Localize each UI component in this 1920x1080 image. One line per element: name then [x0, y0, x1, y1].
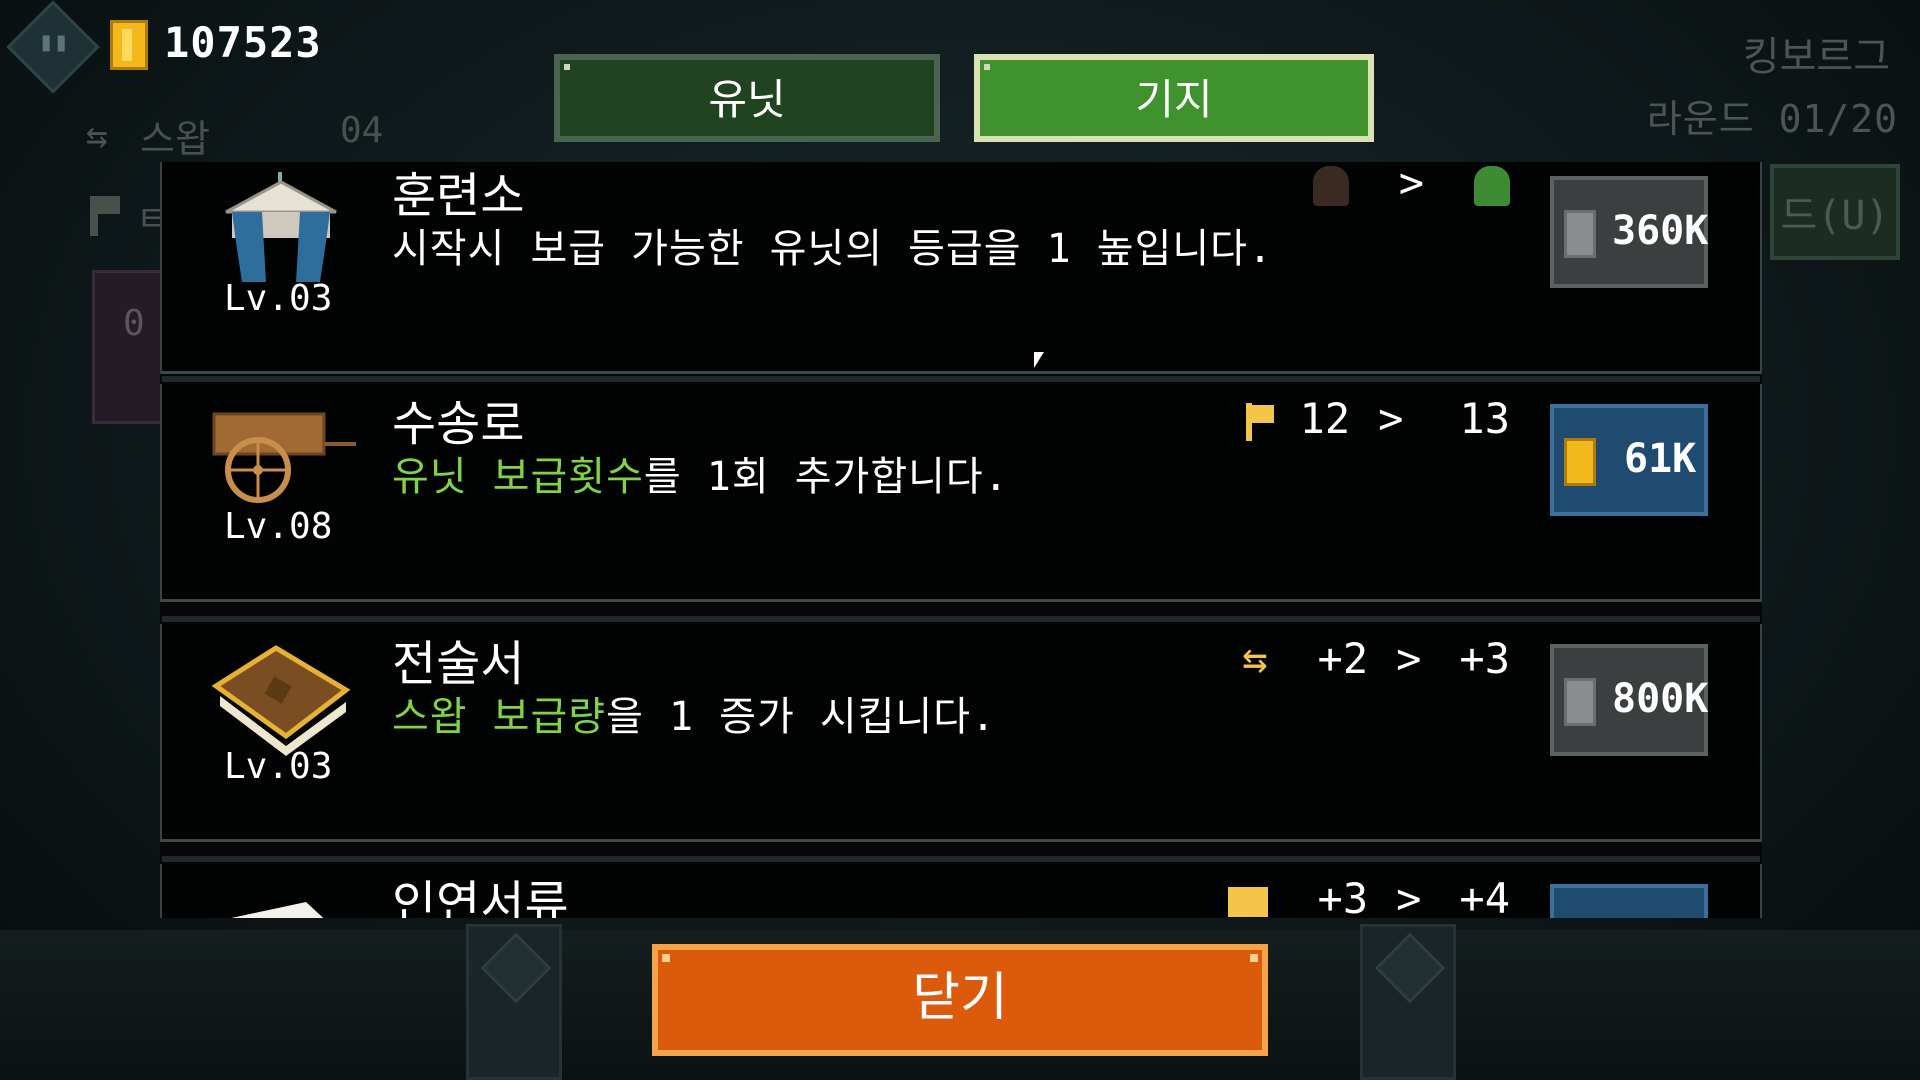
- book-icon: [206, 640, 356, 760]
- upgrade-row[interactable]: Lv.03 전술서 스왑 보급량을 1 증가 시킵니다. ⇆ +2 > +3 800K: [160, 616, 1762, 842]
- upgrade-effect: ⇆ +2 > +3: [1242, 634, 1510, 683]
- price-value: 360K: [1612, 208, 1709, 254]
- effect-to: +3: [1459, 634, 1510, 683]
- upgrade-row[interactable]: Lv.08 수송로 유닛 보급횟수를 1회 추가합니다. 12 >13 61K: [160, 376, 1762, 602]
- desc-highlight: 유닛 보급횟수: [392, 454, 644, 500]
- upgrade-effect: 12 >13: [1245, 394, 1510, 443]
- upgrade-button: 드(U): [1770, 164, 1900, 260]
- unit-portrait-icon: [1312, 165, 1349, 206]
- gold-coin-icon: [110, 20, 148, 70]
- effect-arrow: >: [1398, 162, 1424, 207]
- upgrade-title: 인연서류: [392, 876, 569, 918]
- upgrade-price-button[interactable]: 61K: [1550, 404, 1708, 516]
- upgrade-row[interactable]: Lv.03 훈련소 시작시 보급 가능한 유닛의 등급을 1 높입니다. > 3…: [160, 162, 1762, 374]
- upgrade-list[interactable]: Lv.03 훈련소 시작시 보급 가능한 유닛의 등급을 1 높입니다. > 3…: [160, 162, 1762, 918]
- upgrade-description: 유닛 보급횟수를 1회 추가합니다.: [392, 444, 1009, 502]
- flag-icon: [1245, 402, 1276, 441]
- pillar: [1360, 924, 1456, 1080]
- flag-icon: [90, 196, 120, 236]
- upgrade-price-button[interactable]: [1550, 884, 1708, 918]
- effect-from: +3: [1317, 874, 1369, 918]
- desc-rest: 을 1 증가 시킵니다.: [606, 694, 997, 740]
- swap-count: 04: [340, 110, 384, 151]
- upgrade-description: 스왑 보급량을 1 증가 시킵니다.: [392, 684, 996, 742]
- desc-rest: 를 1회 추가합니다.: [643, 454, 1009, 500]
- tent-icon: [206, 172, 356, 292]
- effect-arrow: >: [1396, 634, 1422, 683]
- price-value: 61K: [1624, 436, 1697, 482]
- desc-highlight: 스왑 보급량: [392, 694, 607, 740]
- side-card: 0: [92, 270, 168, 424]
- level: Lv.08: [224, 506, 333, 547]
- effect-from: +2: [1317, 634, 1369, 683]
- letter-icon: [206, 880, 356, 918]
- upgrade-price-button[interactable]: 800K: [1550, 644, 1708, 756]
- envelope-icon: [1227, 886, 1268, 917]
- pillar-gem: [1374, 932, 1446, 1004]
- price-value: 800K: [1612, 676, 1709, 722]
- pillar: [466, 924, 562, 1080]
- coin-icon: [1564, 210, 1596, 258]
- tab-units[interactable]: 유닛: [554, 54, 940, 142]
- upgrade-price-button[interactable]: 360K: [1550, 176, 1708, 288]
- tab-base[interactable]: 기지: [974, 54, 1374, 142]
- level: Lv.03: [224, 746, 333, 787]
- upgrade-effect: >: [1312, 162, 1510, 207]
- gold-amount: 107523: [164, 18, 322, 67]
- upgrade-effect: +3 > +4: [1227, 874, 1510, 918]
- swap-icon: ⇆: [86, 116, 108, 157]
- swap-label: 스왑: [140, 117, 210, 161]
- effect-arrow: >: [1378, 394, 1404, 443]
- side-count: 0: [123, 303, 145, 344]
- effect-to: +4: [1459, 874, 1510, 918]
- effect-to: 13: [1459, 394, 1510, 443]
- effect-from: 12: [1299, 394, 1351, 443]
- close-button[interactable]: 닫기: [652, 944, 1268, 1056]
- upgrade-row[interactable]: 인연서류 +3 > +4: [160, 856, 1762, 918]
- level: Lv.03: [224, 278, 333, 319]
- swap-icon: ⇆: [1242, 634, 1268, 683]
- coin-icon: [1564, 438, 1596, 486]
- pillar-gem: [480, 932, 552, 1004]
- effect-arrow: >: [1396, 874, 1422, 918]
- pause-icon: [42, 35, 65, 52]
- unit-portrait-icon: [1474, 165, 1510, 206]
- round-counter: 라운드 01/20: [1646, 97, 1898, 141]
- cart-icon: [206, 400, 356, 520]
- mouse-cursor-icon: [1034, 352, 1044, 368]
- upgrade-description: 시작시 보급 가능한 유닛의 등급을 1 높입니다.: [392, 226, 1274, 272]
- kingdom-name: 킹보르그: [1742, 34, 1890, 80]
- coin-icon: [1564, 678, 1596, 726]
